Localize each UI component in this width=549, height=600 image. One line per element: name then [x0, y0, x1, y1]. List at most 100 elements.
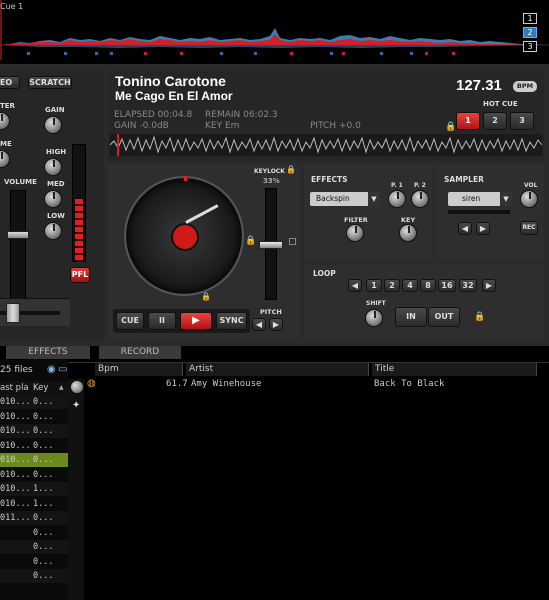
pitch-slider-handle[interactable] [259, 241, 283, 249]
hotcue-3-button[interactable]: 3 [510, 112, 534, 130]
eq-high-knob[interactable] [44, 158, 62, 176]
side-list-row[interactable]: 010... 0... [0, 410, 68, 424]
sampler-prev-button[interactable]: ◀ [458, 222, 472, 235]
sampler-select[interactable]: siren ▼ [448, 192, 512, 206]
side-list-row[interactable]: 010... 0... [0, 468, 68, 482]
tab-record[interactable]: RECORD [99, 346, 181, 359]
jog-lock-icon[interactable]: 🔒 [201, 292, 211, 301]
effect-param1-label: P. 1 [391, 182, 403, 189]
side-list-row[interactable]: 011... 0... [0, 511, 68, 525]
volume-fader-track[interactable] [7, 190, 29, 300]
loop-lock-icon[interactable]: 🔒 [474, 312, 485, 322]
side-list-row[interactable]: 010... 1... [0, 497, 68, 511]
volume-knob[interactable] [0, 150, 10, 168]
track-waveform[interactable] [110, 134, 542, 156]
hotcue-lock-icon[interactable]: 🔒 [445, 122, 456, 132]
key-knob-label: KEY [401, 216, 416, 224]
file-browser: 25 files ◉ ▭ ast pla Key ▲ 010... 0... 010… [0, 360, 549, 600]
bpm-tap-button[interactable]: BPM [513, 81, 537, 92]
pitch-lock-icon[interactable]: 🔒 [245, 236, 256, 246]
pfl-button[interactable]: PFL [70, 267, 90, 283]
side-list-row[interactable]: 010... 0... [0, 395, 68, 409]
eq-mode-button[interactable]: EO [0, 76, 20, 89]
loop-size-1-button[interactable]: 1 [366, 279, 382, 292]
effect-filter-knob[interactable] [346, 224, 364, 242]
sampler-vol-label: VOL [524, 182, 538, 189]
side-list-row[interactable]: 0... [0, 555, 68, 569]
side-row-key: 0... [33, 440, 54, 451]
chevron-down-icon: ▼ [368, 192, 380, 206]
sampler-volume-knob[interactable] [520, 190, 538, 208]
pitch-reset-button[interactable] [289, 238, 296, 245]
track-title: Me Cago En El Amor [115, 89, 233, 103]
waveform-overview[interactable]: Cue 1 1 2 3 [0, 0, 549, 64]
gain-knob[interactable] [44, 116, 62, 134]
network-icon[interactable]: ▭ [58, 364, 67, 375]
gain-label: GAIN [45, 106, 65, 114]
loop-out-button[interactable]: OUT [428, 307, 460, 327]
search-icon[interactable]: ◉ [47, 364, 56, 375]
side-list-row[interactable]: 010... 1... [0, 482, 68, 496]
effect-key-knob[interactable] [399, 224, 417, 242]
loop-size-8-button[interactable]: 8 [420, 279, 436, 292]
eq-med-knob[interactable] [44, 190, 62, 208]
side-list-row[interactable]: 0... [0, 526, 68, 540]
side-list-row[interactable]: 0... [0, 569, 68, 583]
side-row-key: 1... [33, 484, 54, 494]
side-scrollbar[interactable] [68, 379, 84, 600]
volume-fader-handle[interactable] [7, 231, 29, 239]
side-header-lastplayed[interactable]: ast pla [0, 381, 29, 395]
side-row-key: 0... [33, 426, 54, 436]
loop-double-button[interactable]: ▶ [482, 279, 496, 292]
scratch-button[interactable]: SCRATCH [28, 76, 72, 89]
jog-wheel[interactable] [124, 176, 244, 296]
pitch-slider-track[interactable] [259, 188, 283, 300]
turntable-panel: 🔒 🔒 KEYLOCK 🔒 33% PITCH ◀ ▶ CUE II ▶ SYN… [108, 164, 300, 340]
sort-asc-icon[interactable]: ▲ [59, 381, 64, 395]
pitch-bend-down-button[interactable]: ◀ [252, 318, 266, 331]
crossfader-handle[interactable] [6, 303, 20, 323]
loop-size-2-button[interactable]: 2 [384, 279, 400, 292]
sync-button[interactable]: SYNC [216, 312, 247, 330]
side-list-row[interactable]: 010... 0... [0, 424, 68, 438]
play-button[interactable]: ▶ [180, 312, 212, 330]
pause-button[interactable]: II [148, 312, 176, 330]
effect-param1-knob[interactable] [388, 190, 406, 208]
side-list-row[interactable]: 010... 0... [0, 439, 68, 453]
loop-panel: LOOP ◀ 1 2 4 8 16 32 ▶ SHIFT IN OUT 🔒 [304, 265, 544, 340]
key-readout: KEY Em [205, 121, 240, 131]
side-row-lastplayed: 010... [0, 484, 31, 494]
deck-select-1[interactable]: 1 [523, 13, 537, 24]
sampler-rec-button[interactable]: REC [520, 221, 538, 235]
loop-half-button[interactable]: ◀ [348, 279, 362, 292]
pitch-bend-up-button[interactable]: ▶ [269, 318, 283, 331]
cue-button[interactable]: CUE [116, 312, 144, 330]
effect-param2-knob[interactable] [411, 190, 429, 208]
tab-effects[interactable]: EFFECTS [6, 346, 90, 359]
med-label: MED [47, 180, 65, 188]
deck-select-3[interactable]: 3 [523, 41, 537, 52]
keylock-icon[interactable]: 🔒 [286, 165, 296, 174]
loop-size-4-button[interactable]: 4 [402, 279, 418, 292]
sampler-next-button[interactable]: ▶ [476, 222, 490, 235]
eq-low-knob[interactable] [44, 222, 62, 240]
side-header-key[interactable]: Key [33, 381, 48, 395]
loop-size-32-button[interactable]: 32 [459, 279, 477, 292]
pitch-readout: PITCH +0.0 [310, 121, 361, 131]
effects-select[interactable]: Backspin ▼ [310, 192, 380, 206]
column-header-title[interactable]: Title [372, 363, 537, 376]
column-header-bpm[interactable]: Bpm [95, 363, 183, 376]
side-list-row[interactable]: 010... 0... [0, 453, 68, 467]
loop-size-16-button[interactable]: 16 [438, 279, 456, 292]
side-row-lastplayed: 010... [0, 498, 31, 509]
track-artist: Tonino Carotone [115, 73, 226, 89]
hotcue-2-button[interactable]: 2 [483, 112, 507, 130]
side-row-key: 0... [33, 469, 54, 480]
filter-knob[interactable] [0, 112, 10, 130]
loop-shift-knob[interactable] [365, 309, 383, 327]
hotcue-1-button[interactable]: 1 [456, 112, 480, 130]
deck-select-2[interactable]: 2 [523, 27, 537, 38]
column-header-artist[interactable]: Artist [186, 363, 369, 376]
side-list-row[interactable]: 0... [0, 540, 68, 554]
loop-in-button[interactable]: IN [395, 307, 427, 327]
